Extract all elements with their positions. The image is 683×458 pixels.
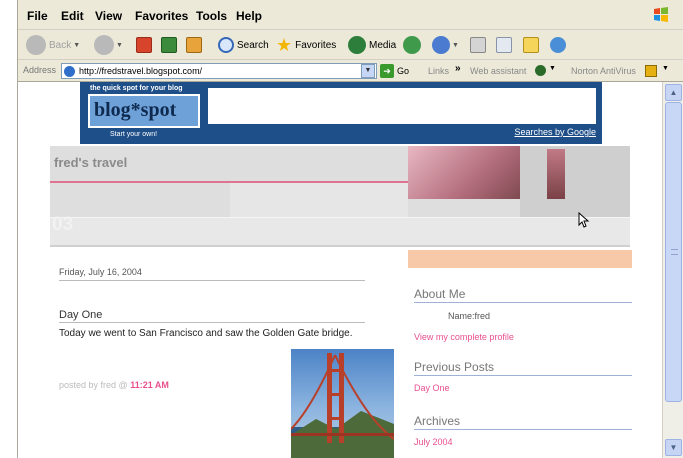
menu-tools[interactable]: Tools: [196, 9, 227, 23]
norton-dropdown[interactable]: ▼: [662, 65, 669, 72]
mail-icon: [432, 36, 450, 54]
xp-flag-icon: [654, 7, 668, 22]
previous-posts-rule: [414, 375, 632, 376]
header-collage: [230, 183, 408, 217]
header-photo: [408, 146, 520, 199]
messenger-icon: [550, 37, 566, 53]
mail-button[interactable]: ▼: [432, 34, 459, 56]
page-icon: [64, 66, 75, 77]
norton-label[interactable]: Norton AntiVirus: [571, 66, 636, 76]
forward-button[interactable]: ▼: [94, 34, 123, 56]
address-url[interactable]: http://fredstravel.blogspot.com/: [79, 66, 202, 76]
web-assistant-label[interactable]: Web assistant: [470, 66, 526, 76]
refresh-button[interactable]: [161, 34, 177, 56]
refresh-icon: [161, 37, 177, 53]
norton-icon[interactable]: [645, 65, 657, 77]
blog-header: fred's travel 03: [50, 146, 630, 247]
address-input[interactable]: http://fredstravel.blogspot.com/: [61, 63, 377, 79]
history-icon: [403, 36, 421, 54]
home-button[interactable]: [186, 34, 202, 56]
header-photo-right: [520, 146, 630, 217]
post-title: Day One: [59, 309, 103, 321]
menu-edit[interactable]: Edit: [61, 9, 84, 23]
address-dropdown-button[interactable]: ▼: [361, 64, 375, 78]
mouse-pointer-icon: [578, 212, 590, 228]
post-date: Friday, July 16, 2004: [59, 267, 142, 277]
search-by-google-link[interactable]: Searches by Google: [514, 127, 596, 137]
favorites-star-icon: ★: [276, 35, 293, 55]
address-label: Address: [23, 65, 57, 75]
standard-toolbar: Back ▼ ▼ Search ★ Favorites Media ▼: [18, 30, 683, 60]
go-button[interactable]: ➜ Go: [380, 64, 409, 78]
about-me-heading: About Me: [414, 287, 466, 301]
golden-gate-photo: [291, 349, 394, 458]
header-number: 03: [52, 214, 74, 235]
menu-favorites[interactable]: Favorites: [135, 9, 188, 23]
edit-button[interactable]: [496, 34, 512, 56]
scroll-up-button[interactable]: ▲: [665, 84, 682, 101]
archives-rule: [414, 429, 632, 430]
media-button[interactable]: Media: [348, 34, 396, 56]
post-body: Today we went to San Francisco and saw t…: [59, 328, 353, 339]
messenger-button[interactable]: [550, 34, 566, 56]
back-arrow-icon: [26, 35, 46, 55]
previous-posts-heading: Previous Posts: [414, 360, 495, 374]
back-button[interactable]: Back ▼: [26, 34, 80, 56]
about-me-rule: [414, 302, 632, 303]
menu-file[interactable]: File: [27, 9, 48, 23]
blogspot-banner: the quick spot for your blog blog*spot S…: [80, 82, 602, 144]
history-button[interactable]: [403, 34, 421, 56]
view-profile-link[interactable]: View my complete profile: [414, 332, 514, 342]
address-bar: Address http://fredstravel.blogspot.com/…: [18, 60, 683, 82]
web-assistant-dropdown[interactable]: ▼: [549, 65, 556, 72]
scroll-down-button[interactable]: ▼: [665, 439, 682, 456]
links-chevron[interactable]: »: [455, 63, 461, 74]
menu-help[interactable]: Help: [236, 9, 262, 23]
browser-window: File Edit View Favorites Tools Help Back…: [17, 0, 683, 458]
folder-button[interactable]: [523, 34, 539, 56]
blogspot-logo[interactable]: blog*spot: [88, 94, 200, 128]
blog-title[interactable]: fred's travel: [54, 155, 127, 170]
vertical-scrollbar[interactable]: ▲ ▼: [662, 82, 683, 458]
post-footer: posted by fred @ 11:21 AM: [59, 380, 169, 390]
start-your-own-link[interactable]: Start your own!: [110, 131, 157, 138]
profile-name: Name:fred: [448, 311, 491, 321]
edit-icon: [496, 37, 512, 53]
banner-tagline: the quick spot for your blog: [90, 85, 183, 92]
stop-button[interactable]: [136, 34, 152, 56]
previous-post-link[interactable]: Day One: [414, 383, 450, 393]
forward-arrow-icon: [94, 35, 114, 55]
folder-icon: [523, 37, 539, 53]
date-divider: [59, 280, 365, 281]
search-icon: [218, 37, 234, 53]
post-permalink[interactable]: 11:21 AM: [130, 380, 169, 390]
links-label[interactable]: Links: [428, 66, 449, 76]
home-icon: [186, 37, 202, 53]
print-button[interactable]: [470, 34, 486, 56]
page-viewport: the quick spot for your blog blog*spot S…: [18, 82, 662, 458]
menu-bar: File Edit View Favorites Tools Help: [18, 0, 683, 30]
go-arrow-icon: ➜: [380, 64, 394, 78]
search-button[interactable]: Search: [218, 34, 269, 56]
stop-icon: [136, 37, 152, 53]
scroll-thumb[interactable]: [665, 102, 682, 402]
header-band: [50, 217, 630, 247]
media-icon: [348, 36, 366, 54]
banner-ad-area: [208, 88, 596, 124]
archive-link[interactable]: July 2004: [414, 437, 453, 447]
post-author: posted by fred @: [59, 380, 128, 390]
title-divider: [59, 322, 365, 323]
favorites-button[interactable]: ★ Favorites: [276, 34, 336, 56]
sidebar-accent-bar: [408, 250, 632, 268]
print-icon: [470, 37, 486, 53]
web-assistant-icon[interactable]: [535, 65, 546, 76]
monument-image: [547, 149, 565, 199]
header-bottom-rule: [50, 245, 630, 247]
menu-view[interactable]: View: [95, 9, 122, 23]
archives-heading: Archives: [414, 414, 461, 428]
